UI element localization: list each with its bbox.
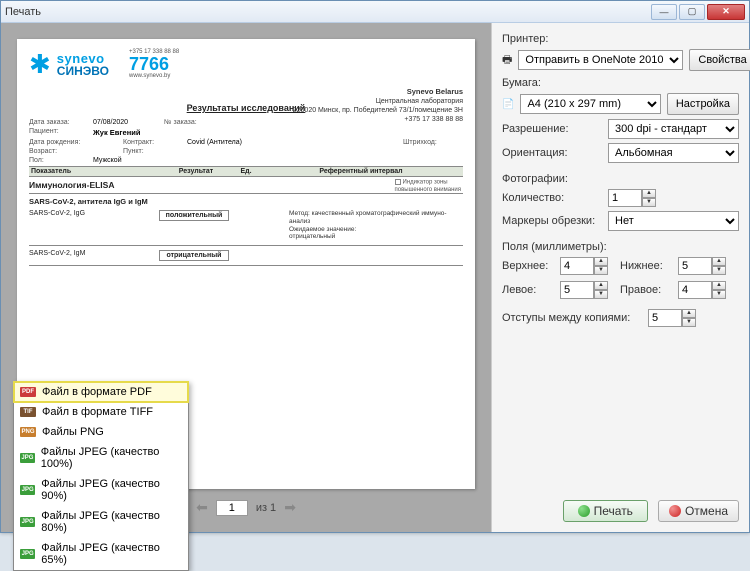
export-pdf[interactable]: PDFФайл в формате PDF: [14, 382, 188, 402]
spin-up-icon[interactable]: ▲: [642, 189, 656, 198]
orientation-select[interactable]: Альбомная: [608, 143, 739, 163]
margin-top-spinner[interactable]: ▲▼: [560, 257, 610, 275]
close-button[interactable]: ✕: [707, 4, 745, 20]
phone-big: 7766: [129, 54, 169, 74]
next-page-icon[interactable]: ➡: [284, 499, 296, 516]
print-dialog: Печать — ▢ ✕ ✱ synevo СИНЭВО +375 17 338…: [0, 0, 750, 533]
spin-down-icon[interactable]: ▼: [642, 198, 656, 207]
jpeg-icon: JPG: [20, 549, 35, 559]
export-png[interactable]: PNGФайлы PNG: [14, 422, 188, 442]
check-icon: [578, 505, 590, 517]
minimize-button[interactable]: —: [651, 4, 677, 20]
maximize-button[interactable]: ▢: [679, 4, 705, 20]
png-icon: PNG: [20, 427, 36, 437]
patient-name: Жук Евгений: [93, 128, 140, 137]
margin-bottom-spinner[interactable]: ▲▼: [678, 257, 728, 275]
paper-icon: 📄: [502, 99, 514, 110]
table-header: Показатель Результат Ед. Референтный инт…: [29, 166, 463, 177]
pdf-icon: PDF: [20, 387, 36, 397]
result-row: SARS-CoV-2, IgM отрицательный: [29, 250, 463, 261]
cancel-icon: [669, 505, 681, 517]
margin-right-spinner[interactable]: ▲▼: [678, 281, 728, 299]
photos-label: Фотографии:: [502, 173, 739, 185]
page-of-label: из 1: [256, 502, 276, 514]
logo-icon: ✱: [29, 51, 51, 77]
subsection-title: SARS-CoV-2, антитела IgG и IgM: [29, 197, 463, 206]
settings-panel: Принтер: 🖶 Отправить в OneNote 2010 Свой…: [491, 23, 749, 532]
margin-left-spinner[interactable]: ▲▼: [560, 281, 610, 299]
titlebar: Печать — ▢ ✕: [1, 1, 749, 23]
export-jpeg-65[interactable]: JPGФайлы JPEG (качество 65%): [14, 538, 188, 570]
resolution-label: Разрешение:: [502, 123, 602, 135]
gap-label: Отступы между копиями:: [502, 312, 642, 324]
phone-block: +375 17 338 88 88 7766 www.synevo.by: [129, 49, 179, 79]
export-tiff[interactable]: TIFФайл в формате TIFF: [14, 402, 188, 422]
printer-select[interactable]: Отправить в OneNote 2010: [518, 50, 683, 70]
logo-block: ✱ synevo СИНЭВО +375 17 338 88 88 7766 w…: [29, 49, 463, 79]
print-button[interactable]: Печать: [563, 500, 648, 522]
resolution-select[interactable]: 300 dpi - стандарт: [608, 119, 739, 139]
lab-address: Synevo Belarus Центральная лаборатория 2…: [293, 87, 463, 124]
orientation-label: Ориентация:: [502, 147, 602, 159]
export-jpeg-100[interactable]: JPGФайлы JPEG (качество 100%): [14, 442, 188, 474]
printer-icon: 🖶: [502, 51, 512, 70]
paper-select[interactable]: A4 (210 x 297 mm): [520, 94, 660, 114]
site: www.synevo.by: [129, 73, 179, 79]
paper-settings-button[interactable]: Настройка: [667, 93, 739, 115]
count-spinner[interactable]: ▲▼: [608, 189, 656, 207]
crop-label: Маркеры обрезки:: [502, 215, 602, 227]
export-format-menu: PDFФайл в формате PDF TIFФайл в формате …: [13, 381, 189, 571]
gap-spinner[interactable]: ▲▼: [648, 309, 696, 327]
result-row: SARS-CoV-2, IgG положительный Метод: кач…: [29, 210, 463, 241]
margins-label: Поля (миллиметры):: [502, 241, 739, 253]
legend: Индикатор зоны повышенного внимания: [395, 179, 462, 194]
page-input[interactable]: [216, 500, 248, 516]
export-jpeg-90[interactable]: JPGФайлы JPEG (качество 90%): [14, 474, 188, 506]
lab-company: Synevo Belarus: [407, 87, 463, 96]
printer-properties-button[interactable]: Свойства: [689, 49, 750, 71]
crop-select[interactable]: Нет: [608, 211, 739, 231]
tiff-icon: TIF: [20, 407, 36, 417]
prev-page-icon[interactable]: ⬅: [196, 499, 208, 516]
jpeg-icon: JPG: [20, 453, 35, 463]
window-title: Печать: [5, 6, 649, 18]
jpeg-icon: JPG: [20, 517, 35, 527]
cancel-button[interactable]: Отмена: [658, 500, 739, 522]
preview-area: ✱ synevo СИНЭВО +375 17 338 88 88 7766 w…: [1, 23, 491, 532]
brand-top: synevo: [57, 52, 109, 65]
export-jpeg-80[interactable]: JPGФайлы JPEG (качество 80%): [14, 506, 188, 538]
jpeg-icon: JPG: [20, 485, 35, 495]
brand-bottom: СИНЭВО: [57, 65, 109, 77]
printer-label: Принтер:: [502, 33, 739, 45]
paper-label: Бумага:: [502, 77, 739, 89]
count-label: Количество:: [502, 192, 602, 204]
